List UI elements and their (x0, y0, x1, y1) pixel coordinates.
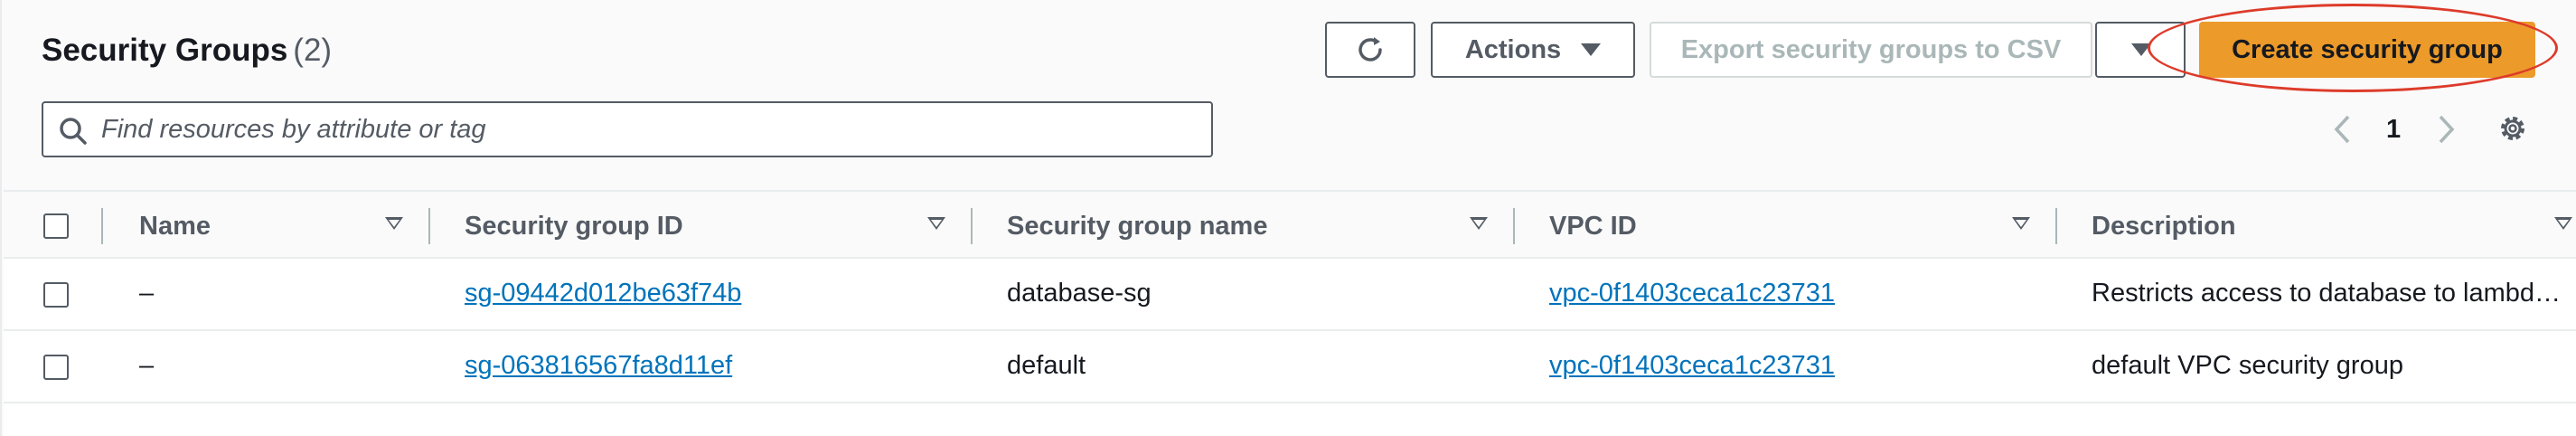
table-header: Name Security group ID Security group na… (4, 190, 2576, 259)
column-divider (428, 208, 430, 244)
sort-icon[interactable] (2554, 217, 2572, 230)
row-checkbox[interactable] (43, 282, 69, 308)
cell-description: default VPC security group (2092, 351, 2403, 380)
cell-name: – (139, 351, 155, 380)
export-csv-button[interactable]: Export security groups to CSV (1650, 22, 2092, 78)
refresh-icon (1359, 37, 1382, 62)
column-header-security-group-id[interactable]: Security group ID (465, 212, 683, 242)
row-checkbox[interactable] (43, 355, 69, 380)
page-title: Security Groups (2) (42, 31, 332, 71)
chevron-right-icon (2439, 115, 2455, 144)
cell-security-group-name: database-sg (1007, 279, 1152, 308)
search-field[interactable] (42, 101, 1213, 157)
cell-description: Restricts access to database to lambda… (2092, 279, 2571, 308)
chevron-left-icon (2334, 115, 2350, 144)
column-header-description[interactable]: Description (2092, 212, 2236, 242)
refresh-button[interactable] (1325, 22, 1415, 78)
column-divider (971, 208, 973, 244)
table-row[interactable]: – sg-063816567fa8d11ef default vpc-0f140… (4, 331, 2576, 403)
sort-icon[interactable] (2012, 217, 2030, 230)
column-divider (101, 208, 103, 244)
vpc-id-link[interactable]: vpc-0f1403ceca1c23731 (1549, 351, 1835, 380)
next-page-button[interactable] (2435, 107, 2457, 152)
column-divider (1513, 208, 1515, 244)
sort-icon[interactable] (385, 217, 403, 230)
gear-icon (2501, 117, 2524, 140)
cell-name: – (139, 279, 155, 308)
actions-label: Actions (1464, 34, 1562, 64)
previous-page-button[interactable] (2332, 107, 2354, 152)
actions-dropdown-button[interactable]: Actions (1431, 22, 1635, 78)
security-groups-table: Name Security group ID Security group na… (4, 190, 2576, 436)
table-preferences-button[interactable] (2496, 112, 2529, 145)
cell-security-group-name: default (1007, 351, 1086, 380)
table-row[interactable]: – sg-09442d012be63f74b database-sg vpc-0… (4, 259, 2576, 331)
group-count: (2) (293, 33, 333, 68)
column-divider (2055, 208, 2057, 244)
sort-icon[interactable] (1470, 217, 1488, 230)
security-group-id-link[interactable]: sg-063816567fa8d11ef (465, 351, 732, 380)
search-input[interactable] (99, 113, 1188, 146)
security-groups-panel: Security Groups (2) Actions Export securi… (0, 0, 2576, 436)
annotation-highlight-circle (2148, 4, 2558, 92)
export-csv-label: Export security groups to CSV (1680, 34, 2062, 64)
column-header-name[interactable]: Name (139, 212, 211, 242)
search-icon (58, 116, 89, 147)
sort-icon[interactable] (927, 217, 945, 230)
column-header-security-group-name[interactable]: Security group name (1007, 212, 1267, 242)
page-number[interactable]: 1 (2386, 107, 2401, 152)
security-group-id-link[interactable]: sg-09442d012be63f74b (465, 279, 741, 308)
vpc-id-link[interactable]: vpc-0f1403ceca1c23731 (1549, 279, 1835, 308)
caret-down-icon (1581, 43, 1602, 56)
select-all-checkbox[interactable] (43, 213, 69, 239)
page-title-text: Security Groups (42, 33, 288, 68)
column-header-vpc-id[interactable]: VPC ID (1549, 212, 1637, 242)
